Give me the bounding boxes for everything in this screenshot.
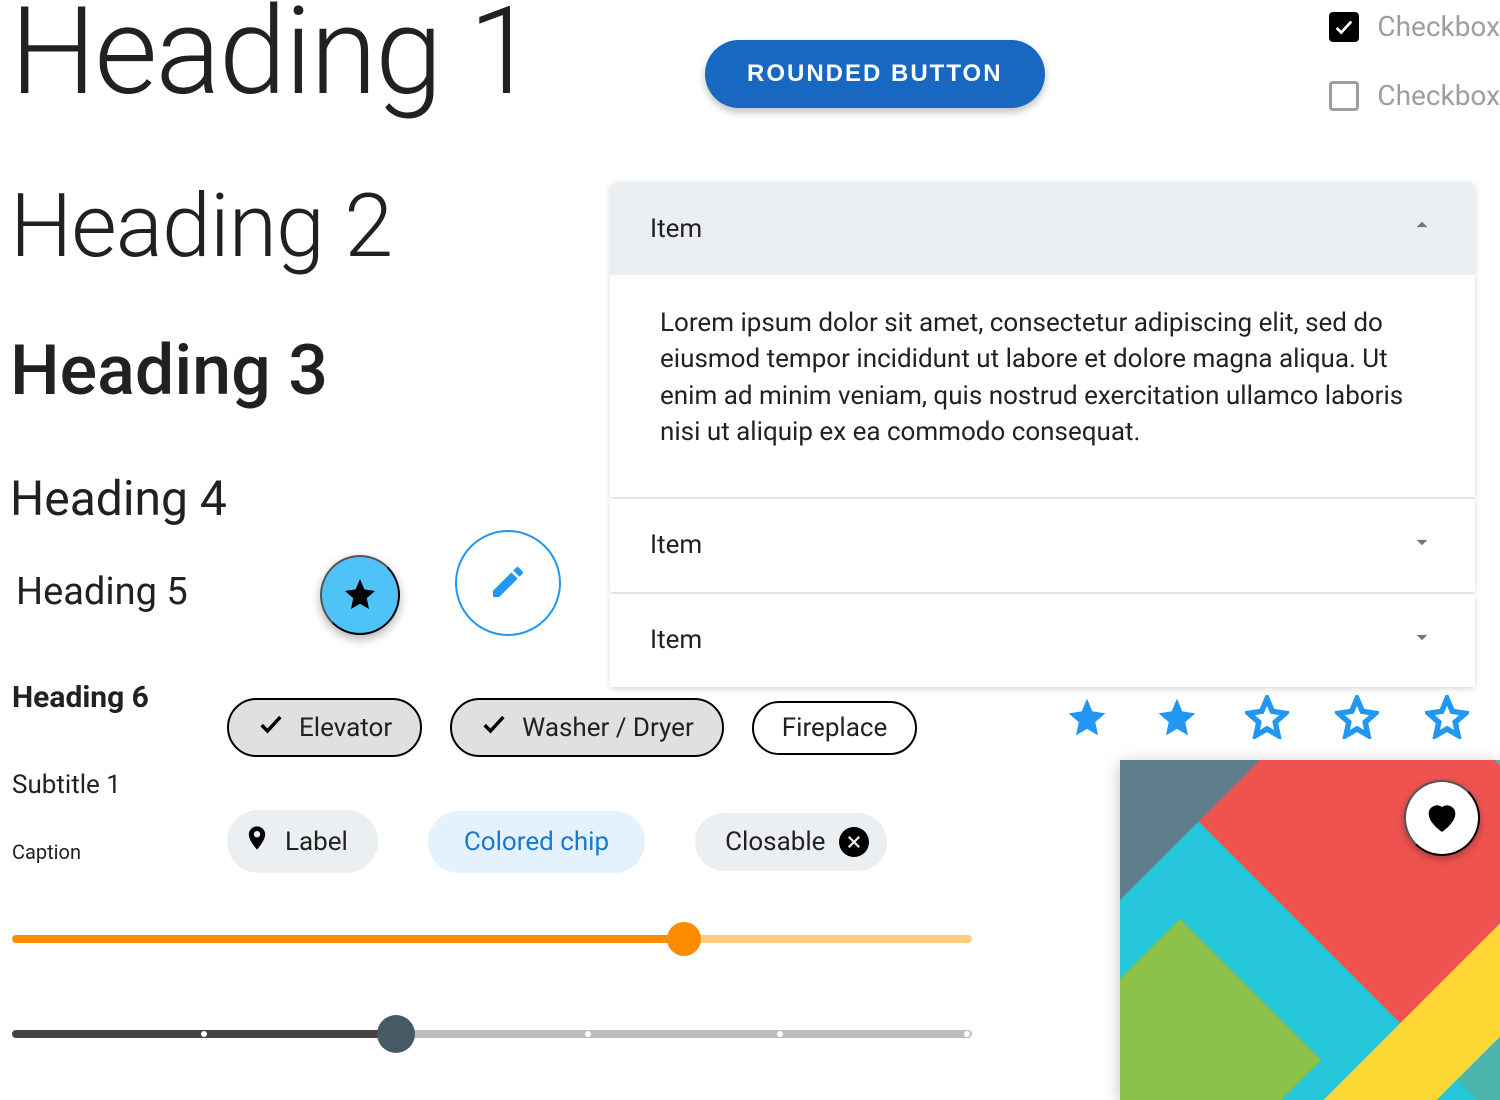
heading-3: Heading 3 [10, 330, 328, 412]
location-icon [243, 824, 271, 859]
slider-orange-thumb[interactable] [667, 922, 701, 956]
caption-text: Caption [12, 840, 81, 864]
slider-tick [964, 1031, 970, 1037]
checkbox-group: Checkbox Checkbox [1329, 10, 1500, 112]
slider-orange[interactable] [12, 935, 972, 943]
subtitle-1: Subtitle 1 [12, 770, 121, 800]
filter-chip-group: Elevator Washer / Dryer Fireplace [227, 698, 917, 757]
slider-stepped-thumb[interactable] [377, 1015, 415, 1053]
chip-colored-text: Colored chip [464, 827, 609, 857]
heading-6: Heading 6 [12, 680, 149, 715]
checkbox-2[interactable]: Checkbox [1329, 79, 1500, 112]
expansion-panel-3-header[interactable]: Item [610, 594, 1475, 687]
checkbox-unchecked-icon [1329, 81, 1359, 111]
slider-tick [777, 1031, 783, 1037]
filter-chip-elevator[interactable]: Elevator [227, 698, 422, 757]
check-icon [257, 710, 285, 745]
expansion-panel-2-title: Item [650, 530, 702, 560]
slider-stepped[interactable] [12, 1030, 972, 1038]
expansion-panel-2: Item [610, 499, 1475, 592]
checkbox-checked-icon [1329, 12, 1359, 42]
chip-closable-text: Closable [725, 827, 825, 857]
filter-chip-fireplace[interactable]: Fireplace [752, 701, 918, 755]
card-shape [1120, 760, 1260, 900]
filter-chip-washer[interactable]: Washer / Dryer [450, 698, 724, 757]
expansion-panel-2-header[interactable]: Item [610, 499, 1475, 592]
expansion-panel-1-body: Lorem ipsum dolor sit amet, consectetur … [610, 275, 1475, 497]
fab-edit-button[interactable] [455, 530, 561, 636]
fab-star-button[interactable] [320, 555, 400, 635]
chevron-down-icon [1409, 624, 1435, 657]
expansion-panel-1-header[interactable]: Item [610, 182, 1475, 275]
star-icon [342, 576, 378, 615]
slider-tick [585, 1031, 591, 1037]
filter-chip-fireplace-label: Fireplace [782, 713, 888, 743]
chip-label[interactable]: Label [227, 810, 378, 873]
heading-2: Heading 2 [10, 175, 392, 278]
expansion-panel-3: Item [610, 594, 1475, 687]
close-icon[interactable] [839, 827, 869, 857]
heart-icon [1422, 797, 1462, 840]
expansion-panel-1-title: Item [650, 214, 702, 244]
chip-colored[interactable]: Colored chip [428, 811, 645, 873]
star-filled-icon[interactable] [1155, 695, 1199, 739]
checkbox-2-label: Checkbox [1377, 79, 1500, 112]
checkbox-1-label: Checkbox [1377, 10, 1500, 43]
filter-chip-elevator-label: Elevator [299, 713, 392, 743]
expansion-panel-1: Item Lorem ipsum dolor sit amet, consect… [610, 182, 1475, 497]
star-rating[interactable] [1065, 695, 1469, 739]
pencil-icon [488, 562, 528, 605]
chevron-up-icon [1409, 212, 1435, 245]
filter-chip-washer-label: Washer / Dryer [522, 713, 694, 743]
star-filled-icon[interactable] [1065, 695, 1109, 739]
star-outline-icon[interactable] [1245, 695, 1289, 739]
slider-tick [201, 1031, 207, 1037]
heading-1: Heading 1 [10, 0, 534, 123]
heading-5: Heading 5 [16, 570, 188, 614]
expansion-panel-3-title: Item [650, 625, 702, 655]
star-outline-icon[interactable] [1425, 695, 1469, 739]
image-card[interactable] [1120, 760, 1500, 1100]
rounded-button[interactable]: ROUNDED BUTTON [705, 40, 1045, 108]
chip-group: Label Colored chip Closable [227, 810, 887, 873]
checkbox-1[interactable]: Checkbox [1329, 10, 1500, 43]
check-icon [480, 710, 508, 745]
chip-label-text: Label [285, 827, 348, 857]
chip-closable[interactable]: Closable [695, 813, 887, 871]
favorite-button[interactable] [1404, 780, 1480, 856]
expansion-panel-group: Item Lorem ipsum dolor sit amet, consect… [610, 182, 1475, 689]
heading-4: Heading 4 [10, 470, 227, 527]
star-outline-icon[interactable] [1335, 695, 1379, 739]
chevron-down-icon [1409, 529, 1435, 562]
